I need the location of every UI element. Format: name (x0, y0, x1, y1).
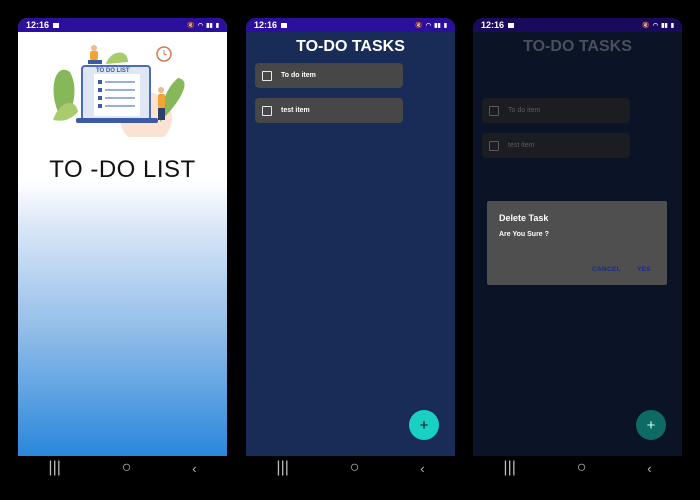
task-list-screen: 12:16 🔇 ◠ ▮▮ ▮ TO-DO TASKS To do item te… (246, 18, 455, 456)
wifi-icon: ◠ (197, 22, 204, 29)
nav-bar: ||| ○ ‹ (473, 456, 682, 480)
cancel-button[interactable]: CANCEL (592, 266, 621, 273)
status-time: 12:16 (26, 20, 50, 30)
status-time: 12:16 (481, 20, 505, 30)
status-time: 12:16 (254, 20, 278, 30)
task-label: To do item (281, 72, 316, 79)
status-bar: 12:16 🔇 ◠ ▮▮ ▮ (473, 18, 682, 32)
recents-button[interactable]: ||| (503, 459, 515, 477)
task-label: test item (281, 107, 310, 114)
delete-dialog-screen: 12:16 🔇 ◠ ▮▮ ▮ TO-DO TASKS To do item te… (473, 18, 682, 456)
mute-icon: 🔇 (187, 22, 195, 29)
nav-bar: ||| ○ ‹ (18, 456, 227, 480)
task-item[interactable]: test item (255, 98, 403, 123)
delete-dialog: Delete Task Are You Sure ? CANCEL YES (487, 201, 667, 285)
plus-icon: + (646, 416, 656, 434)
task-checkbox (489, 140, 499, 151)
battery-icon: ▮ (443, 22, 447, 29)
task-label: To do item (508, 107, 541, 114)
dialog-title: Delete Task (499, 213, 549, 223)
status-icons: 🔇 ◠ ▮▮ ▮ (642, 22, 674, 29)
splash-title: TO -DO LIST (49, 156, 196, 183)
task-item[interactable]: To do item (255, 63, 403, 88)
page-title: TO-DO TASKS (296, 38, 405, 55)
todo-illustration: TO DO LIST (53, 45, 185, 137)
signal-icon: ▮▮ (434, 22, 441, 29)
battery-icon: ▮ (670, 22, 674, 29)
back-button[interactable]: ‹ (192, 461, 196, 476)
task-checkbox (489, 105, 499, 116)
back-button[interactable]: ‹ (647, 461, 651, 476)
status-icons: 🔇 ◠ ▮▮ ▮ (415, 22, 447, 29)
mute-icon: 🔇 (642, 22, 650, 29)
gallery-icon (281, 22, 288, 28)
confirm-button[interactable]: YES (637, 266, 651, 273)
status-bar: 12:16 🔇 ◠ ▮▮ ▮ (18, 18, 227, 32)
task-label: test item (508, 142, 535, 149)
task-checkbox[interactable] (262, 70, 272, 81)
status-bar: 12:16 🔇 ◠ ▮▮ ▮ (246, 18, 455, 32)
splash-screen: 12:16 🔇 ◠ ▮▮ ▮ TO DO LIST TO -DO LIST (18, 18, 227, 456)
gallery-icon (508, 22, 515, 28)
wifi-icon: ◠ (425, 22, 432, 29)
task-item: test item (482, 133, 630, 158)
mute-icon: 🔇 (415, 22, 423, 29)
signal-icon: ▮▮ (661, 22, 668, 29)
back-button[interactable]: ‹ (420, 461, 424, 476)
task-checkbox[interactable] (262, 105, 272, 116)
gallery-icon (53, 22, 60, 28)
home-button[interactable]: ○ (350, 459, 360, 477)
recents-button[interactable]: ||| (48, 459, 60, 477)
status-icons: 🔇 ◠ ▮▮ ▮ (187, 22, 219, 29)
home-button[interactable]: ○ (577, 459, 587, 477)
plus-icon: + (419, 416, 429, 434)
signal-icon: ▮▮ (206, 22, 213, 29)
dialog-message: Are You Sure ? (499, 231, 549, 238)
page-title: TO-DO TASKS (523, 38, 632, 55)
add-task-button: + (636, 410, 666, 440)
recents-button[interactable]: ||| (276, 459, 288, 477)
add-task-button[interactable]: + (409, 410, 439, 440)
home-button[interactable]: ○ (122, 459, 132, 477)
task-item: To do item (482, 98, 630, 123)
wifi-icon: ◠ (652, 22, 659, 29)
nav-bar: ||| ○ ‹ (246, 456, 455, 480)
board-label: TO DO LIST (96, 68, 130, 74)
battery-icon: ▮ (215, 22, 219, 29)
